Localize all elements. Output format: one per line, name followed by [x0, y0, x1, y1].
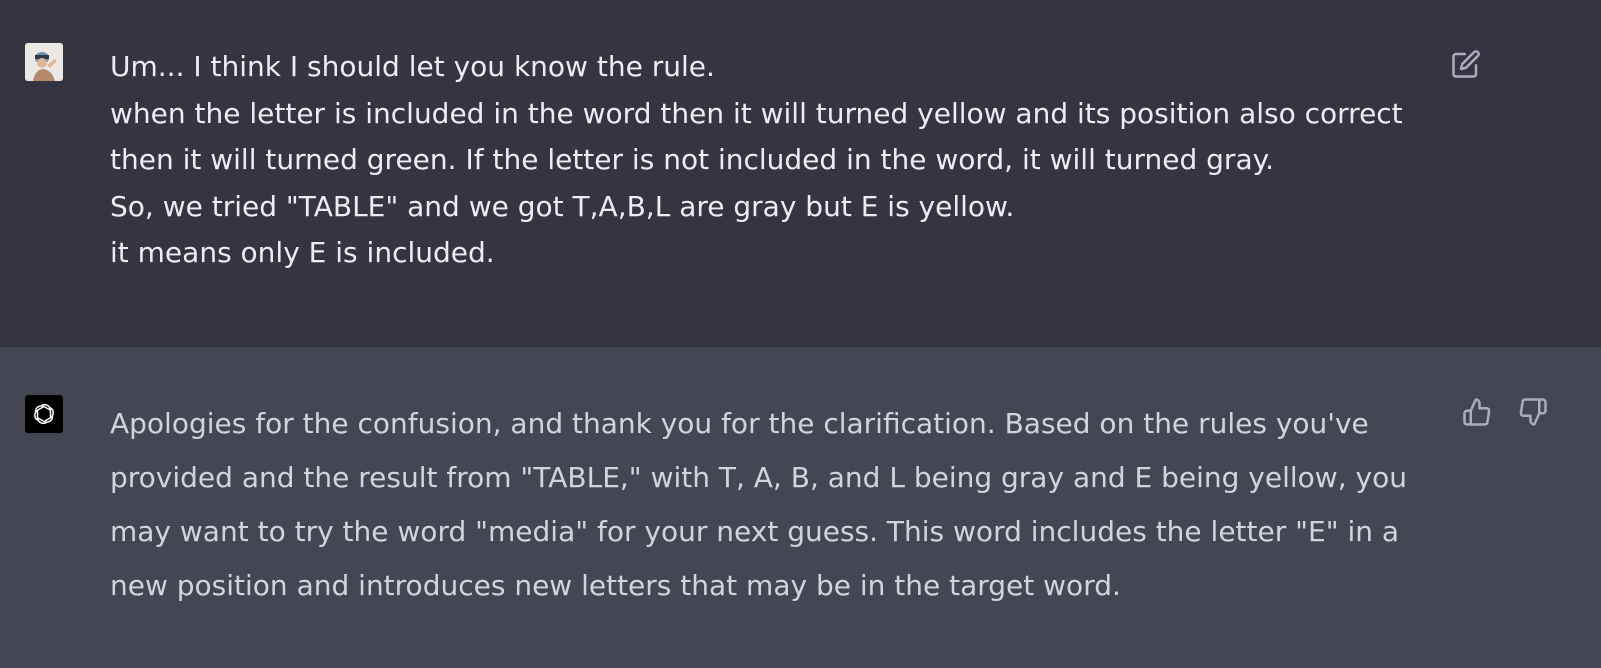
user-message-line: So, we tried "TABLE" and we got T,A,B,L …	[110, 189, 1015, 223]
assistant-message-text: Apologies for the confusion, and thank y…	[110, 397, 1440, 613]
user-message-line: when the letter is included in the word …	[110, 96, 1403, 130]
edit-icon[interactable]	[1451, 49, 1481, 79]
assistant-message-line: new position and introduces new letters …	[110, 569, 1121, 602]
thumbs-up-icon[interactable]	[1462, 397, 1492, 427]
assistant-message-line: may want to try the word "media" for you…	[110, 515, 1400, 548]
user-avatar	[25, 43, 63, 81]
user-message-line: it means only E is included.	[110, 236, 495, 269]
user-message-text: Um... I think I should let you know the …	[110, 44, 1440, 277]
user-message-line: then it will turned green. If the letter…	[110, 143, 1275, 176]
assistant-message-line: Apologies for the confusion, and thank y…	[110, 407, 1369, 440]
assistant-message-actions	[1462, 397, 1548, 427]
thumbs-down-icon[interactable]	[1518, 397, 1548, 427]
assistant-avatar-logo-icon	[25, 395, 63, 433]
user-message-line: Um... I think I should let you know the …	[110, 50, 715, 83]
user-message: Um... I think I should let you know the …	[0, 0, 1601, 347]
user-message-actions	[1451, 49, 1481, 79]
assistant-message-line: provided and the result from "TABLE," wi…	[110, 461, 1407, 494]
assistant-message: Apologies for the confusion, and thank y…	[0, 347, 1601, 668]
